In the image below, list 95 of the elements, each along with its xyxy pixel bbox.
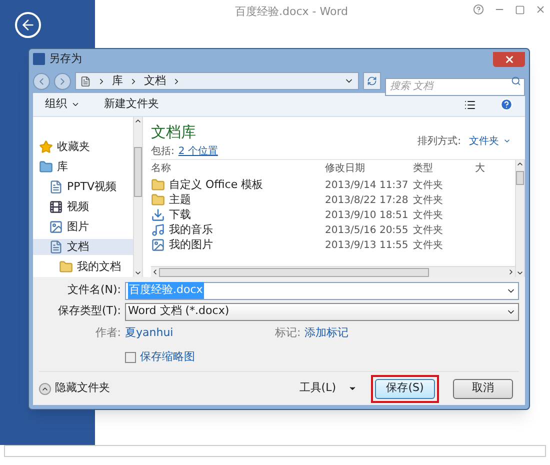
column-header[interactable]: 名称 (151, 161, 325, 176)
back-button[interactable] (15, 12, 41, 38)
scroll-down-icon[interactable] (516, 269, 524, 277)
star-icon (39, 140, 53, 154)
caret-icon (71, 100, 80, 109)
nav-item[interactable]: 图片 (33, 219, 133, 235)
film-icon (49, 200, 63, 214)
column-header[interactable]: 类型 (413, 161, 475, 176)
modified-date: 2013/9/13 11:55 (325, 238, 410, 252)
horizontal-scrollbar[interactable] (4, 445, 546, 457)
thumbnail-label: 保存缩略图 (140, 348, 195, 365)
download-folder-icon (151, 208, 165, 222)
dialog-title: 另存为 (49, 50, 82, 67)
nav-item[interactable]: 我的文档 (33, 259, 133, 275)
tags-label: 标记: (275, 324, 301, 341)
document-icon (49, 180, 63, 194)
tools-menu[interactable]: 工具(L) (299, 380, 357, 397)
modified-date: 2013/5/16 20:55 (325, 224, 410, 238)
file-type-dropdown[interactable]: Word 文档 (*.docx) (125, 302, 519, 320)
folder-icon (151, 193, 165, 207)
file-type: 文件夹 (413, 178, 444, 192)
column-header[interactable]: 修改日期 (325, 161, 413, 176)
nav-item[interactable]: 文档 (33, 239, 133, 255)
picture-icon (49, 220, 63, 234)
filename-label: 文件名(N): (66, 282, 121, 298)
search-field[interactable]: 搜索 文档 (385, 78, 525, 96)
includes-label: 包括: (151, 144, 174, 158)
nav-item[interactable]: 视频 (33, 199, 133, 215)
cancel-button[interactable]: 取消 (453, 378, 513, 398)
library-icon (39, 160, 53, 174)
scroll-thumb[interactable] (159, 268, 429, 276)
file-row[interactable]: 下载 2013/9/10 18:51 文件夹 (151, 208, 515, 222)
close-icon (504, 54, 514, 64)
new-folder-button[interactable]: 新建文件夹 (104, 96, 159, 113)
locations-link[interactable]: 2 个位置 (178, 144, 218, 158)
document-icon (49, 240, 63, 254)
word-logo-icon (33, 53, 45, 65)
breadcrumb-item[interactable]: 库 (112, 72, 123, 90)
hide-folders-button[interactable]: 隐藏文件夹 (39, 380, 110, 397)
breadcrumb-item[interactable]: 文档 (144, 72, 166, 90)
file-type: 文件夹 (413, 224, 444, 238)
author-label: 作者: (94, 324, 121, 341)
file-row[interactable]: 我的图片 2013/9/13 11:55 文件夹 (151, 238, 515, 252)
file-name: 下载 (169, 206, 191, 223)
file-type: 文件夹 (413, 194, 444, 208)
scroll-thumb[interactable] (134, 147, 142, 197)
file-row[interactable]: 我的音乐 2013/5/16 20:55 文件夹 (151, 222, 515, 238)
scroll-left-icon[interactable] (151, 268, 159, 276)
modified-date: 2013/8/22 17:28 (325, 194, 410, 208)
file-name: 自定义 Office 模板 (169, 176, 264, 193)
file-type-label: 保存类型(T): (56, 303, 121, 320)
sort-dropdown[interactable]: 文件夹 (469, 134, 511, 148)
nav-item[interactable]: 库 (33, 159, 133, 175)
nav-item[interactable]: PPTV视频 (33, 179, 133, 195)
author-value[interactable]: 夏yanhui (125, 324, 271, 342)
library-title: 文档库 (151, 122, 197, 143)
help-icon[interactable] (473, 4, 484, 15)
scroll-right-icon[interactable] (507, 268, 515, 276)
file-type: 文件夹 (413, 208, 444, 222)
folder-icon (59, 260, 73, 274)
file-name: 主题 (169, 192, 191, 208)
horizontal-scrollbar[interactable] (151, 266, 515, 277)
modified-date: 2013/9/14 11:37 (325, 178, 410, 192)
vertical-scrollbar[interactable] (515, 160, 525, 277)
file-name: 我的音乐 (169, 222, 213, 238)
file-type: 文件夹 (413, 238, 444, 252)
file-name: 我的图片 (169, 236, 213, 253)
document-icon (80, 76, 91, 86)
caret-icon (503, 137, 511, 145)
dialog-close-button[interactable] (493, 52, 525, 66)
music-folder-icon (151, 223, 165, 237)
column-header[interactable]: 大 (475, 161, 487, 176)
scroll-thumb[interactable] (516, 171, 524, 186)
file-row[interactable]: 自定义 Office 模板 2013/9/14 11:37 文件夹 (151, 178, 515, 192)
file-row[interactable]: 主题 2013/8/22 17:28 文件夹 (151, 192, 515, 208)
vertical-scrollbar[interactable] (133, 117, 143, 277)
close-icon[interactable] (535, 4, 546, 15)
window-title: 百度经验.docx - Word (235, 4, 348, 20)
picture-icon (151, 238, 165, 252)
sort-label: 排列方式: (418, 134, 461, 148)
save-button[interactable]: 保存(S) (375, 378, 435, 398)
caret-icon (348, 384, 357, 393)
maximize-icon[interactable] (515, 4, 525, 14)
search-icon[interactable] (511, 76, 521, 86)
thumbnail-checkbox[interactable] (125, 352, 136, 362)
nav-item[interactable]: 收藏夹 (33, 139, 133, 155)
add-tags-link[interactable]: 添加标记 (304, 324, 349, 342)
folder-icon (151, 178, 165, 192)
refresh-icon (367, 76, 377, 86)
organize-menu[interactable]: 组织 (45, 96, 80, 113)
modified-date: 2013/9/10 18:51 (325, 208, 410, 222)
refresh-button[interactable] (363, 72, 381, 90)
scroll-up-icon[interactable] (134, 117, 142, 125)
scroll-down-icon[interactable] (134, 269, 142, 277)
address-bar[interactable]: 库 文档 (75, 72, 359, 90)
